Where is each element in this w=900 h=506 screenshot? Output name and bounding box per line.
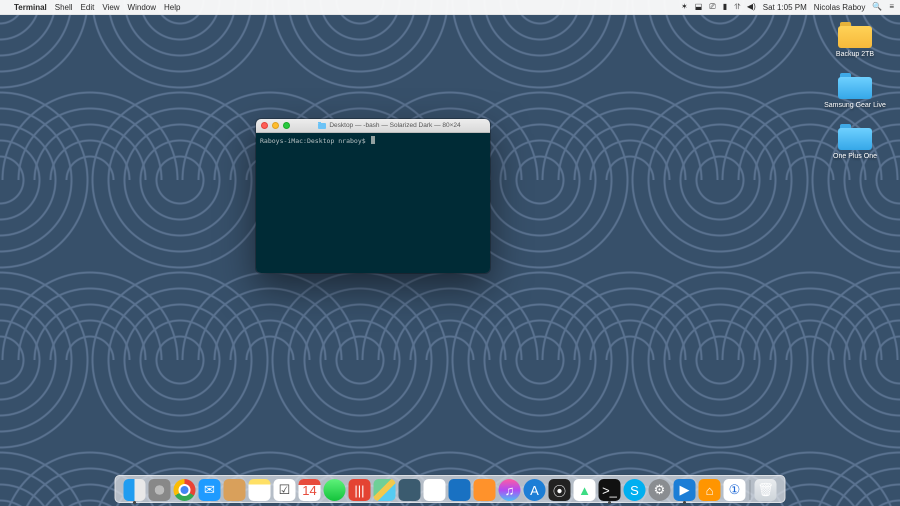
folder-icon [838,22,872,48]
app-name[interactable]: Terminal [14,3,47,12]
dock-item-google-chrome[interactable] [174,479,196,501]
dock-item-app-store[interactable]: A [524,479,546,501]
terminal-window[interactable]: Desktop — -bash — Solarized Dark — 80×24… [256,119,490,273]
dock-item-preview[interactable] [399,479,421,501]
dock-separator [750,480,751,500]
terminal-cursor [371,136,375,144]
dock-item-reminders[interactable]: ☑ [274,479,296,501]
dock-item-todoist[interactable]: ||| [349,479,371,501]
menu-bar: Terminal Shell Edit View Window Help ✶ ⬓… [0,0,900,15]
running-indicator-icon [133,501,136,504]
desktop-icons-area: Backup 2TB Samsung Gear Live One Plus One [820,22,890,161]
volume-menu-icon[interactable]: ◀) [747,3,756,11]
desktop-folder-label: Backup 2TB [836,51,874,59]
running-indicator-icon [608,501,611,504]
menu-window[interactable]: Window [128,3,156,12]
dock-item-launchpad[interactable] [149,479,171,501]
dock-item-numbers[interactable]: ▮▮ [424,479,446,501]
clock-text[interactable]: Sat 1:05 PM [763,3,807,12]
dock-item-skype[interactable]: S [624,479,646,501]
dock-item-finder[interactable] [124,479,146,501]
spotlight-icon[interactable]: 🔍 [872,3,882,11]
dock-item-mail[interactable]: ✉ [199,479,221,501]
dock-item-notes[interactable] [249,479,271,501]
user-name-text[interactable]: Nicolas Raboy [814,3,866,12]
desktop-folder[interactable]: Backup 2TB [836,22,874,59]
dock-item-messages[interactable] [324,479,346,501]
terminal-title-text: Desktop — -bash — Solarized Dark — 80×24 [329,122,460,129]
dock-item-system-preferences[interactable]: ⚙ [649,479,671,501]
terminal-content[interactable]: Raboys-iMac:Desktop nraboy$ [256,133,490,273]
desktop-folder[interactable]: Samsung Gear Live [824,73,886,110]
dock-item-keynote[interactable] [449,479,471,501]
folder-icon [838,73,872,99]
dock-item-unity[interactable]: ⦿ [549,479,571,501]
dock-item-itunes[interactable]: ♫ [499,479,521,501]
dock-item-maps[interactable] [374,479,396,501]
evernote-menu-icon[interactable]: ✶ [681,3,688,11]
dock-item-screenflow[interactable]: ▶ [674,479,696,501]
folder-proxy-icon[interactable] [318,123,326,129]
dock-item-sublime-text[interactable]: ⌂ [699,479,721,501]
terminal-titlebar[interactable]: Desktop — -bash — Solarized Dark — 80×24 [256,119,490,133]
zoom-button-icon[interactable] [283,122,290,129]
close-button-icon[interactable] [261,122,268,129]
dock: ✉ ☑14 ||| ▮▮ ♫A⦿▲>_S⚙▶⌂① 🗑 [115,475,786,503]
dock-item-android-studio[interactable]: ▲ [574,479,596,501]
dropbox-menu-icon[interactable]: ⬓ [695,3,703,11]
notification-center-icon[interactable]: ≡ [889,3,894,11]
dock-item-calendar[interactable]: 14 [299,479,321,501]
menu-help[interactable]: Help [164,3,180,12]
menu-view[interactable]: View [102,3,119,12]
menu-shell[interactable]: Shell [55,3,73,12]
running-indicator-icon [683,501,686,504]
desktop-folder[interactable]: One Plus One [833,124,877,161]
wifi-menu-icon[interactable]: ⥣ [734,3,740,11]
folder-icon [838,124,872,150]
battery-menu-icon[interactable]: ▮ [723,3,727,11]
dock-item-1password[interactable]: ① [724,479,746,501]
dock-item-pages[interactable] [474,479,496,501]
menu-edit[interactable]: Edit [81,3,95,12]
display-menu-icon[interactable]: ⎚ [709,3,715,11]
dock-item-trash[interactable]: 🗑 [755,479,777,501]
dock-item-terminal[interactable]: >_ [599,479,621,501]
desktop-folder-label: Samsung Gear Live [824,102,886,110]
terminal-prompt: Raboys-iMac:Desktop nraboy$ [260,137,370,145]
dock-item-contacts[interactable] [224,479,246,501]
minimize-button-icon[interactable] [272,122,279,129]
terminal-title: Desktop — -bash — Solarized Dark — 80×24 [294,122,485,129]
desktop-folder-label: One Plus One [833,153,877,161]
